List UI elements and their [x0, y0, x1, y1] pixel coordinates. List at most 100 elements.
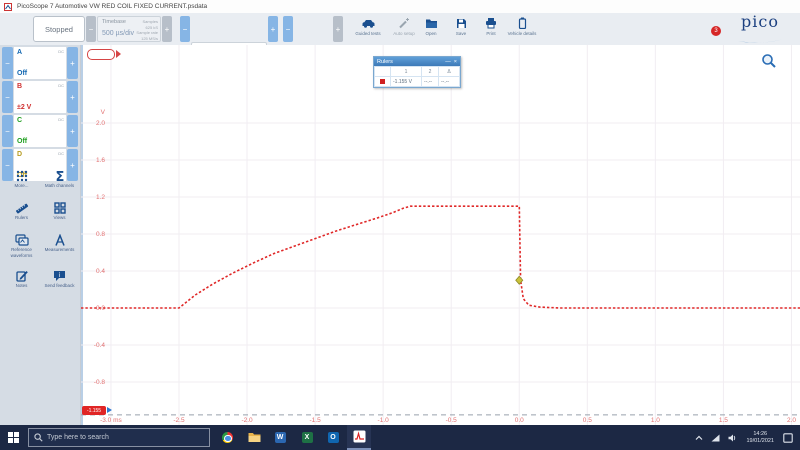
math-channels-button[interactable]: Σ Math channels — [41, 169, 78, 189]
svg-text:1.6: 1.6 — [96, 157, 105, 164]
taskbar-search[interactable]: Type here to search — [28, 428, 210, 447]
ruler-col-1: 1 — [389, 66, 423, 77]
taskbar-outlook-button[interactable]: O — [322, 425, 344, 450]
channel-b-plus-button[interactable]: + — [67, 81, 78, 113]
channel-b-card[interactable]: − B ±2 V DC + — [2, 81, 78, 113]
close-icon[interactable]: × — [454, 59, 457, 65]
channel-a-letter: A — [17, 49, 23, 56]
svg-text:-0.8: -0.8 — [94, 379, 106, 386]
reference-waveforms-icon — [3, 233, 40, 247]
ruler-value-tag[interactable]: -1.155 — [82, 406, 106, 415]
views-button[interactable]: Views — [41, 201, 78, 221]
send-feedback-button[interactable]: i Send feedback — [41, 269, 78, 289]
channel-c-card[interactable]: − C Off DC + — [2, 115, 78, 147]
picoscope-icon — [353, 430, 365, 443]
vehicle-details-button[interactable]: Vehicle details — [502, 15, 542, 43]
main-toolbar: Stopped − Timebase 500 µs/div Samples 62… — [0, 12, 800, 94]
taskbar-picoscope-button[interactable] — [347, 425, 371, 450]
waveform-plus-button[interactable]: + — [333, 16, 343, 42]
chrome-icon — [221, 432, 233, 443]
channel-c-plus-button[interactable]: + — [67, 115, 78, 147]
search-placeholder: Type here to search — [47, 434, 109, 441]
magnifier-icon — [762, 54, 776, 68]
ruler-drag-handle[interactable] — [107, 407, 112, 413]
windows-logo-icon — [7, 432, 19, 443]
hidden-icons-chevron[interactable] — [695, 435, 703, 441]
minimize-icon[interactable]: — — [445, 59, 451, 65]
channel-b-minus-button[interactable]: − — [2, 81, 13, 113]
channel-c-coupling: DC — [58, 117, 64, 122]
volume-icon[interactable] — [728, 434, 737, 442]
svg-text:0.5: 0.5 — [583, 417, 592, 424]
trigger-plus-button[interactable]: + — [268, 16, 278, 42]
waveform-minus-button[interactable]: − — [283, 16, 293, 42]
save-icon — [456, 15, 467, 29]
channel-d-coupling: DC — [58, 151, 64, 156]
scope-view[interactable]: -3.0 ms -2.5 -2.0 -1.5 -1.0 -0.5 0.0 0.5 1.0 1.5 2… — [80, 45, 800, 425]
pico-logo: pico Technology — [727, 12, 793, 54]
timebase-minus-button[interactable]: − — [86, 16, 96, 42]
rulers-header-row: 1 2 Δ — [374, 66, 460, 77]
windows-taskbar: Type here to search W X O 14:26 19/01/20… — [0, 425, 800, 450]
sigma-icon: Σ — [41, 169, 78, 183]
waveform-chart[interactable]: -3.0 ms -2.5 -2.0 -1.5 -1.0 -0.5 0.0 0.5 1.0 1.5 2… — [81, 45, 800, 425]
channel-b-color-swatch — [380, 79, 385, 84]
zoom-overview-button[interactable] — [761, 53, 777, 69]
taskbar-chrome-button[interactable] — [216, 425, 238, 450]
channel-sidebar: − A Off DC + − B ±2 V DC + − C Off DC + … — [0, 45, 80, 425]
clock-date: 19/01/2021 — [746, 437, 774, 444]
rulers-popup[interactable]: Rulers — × 1 2 Δ -1.155 V --.-- --.-- — [373, 56, 461, 88]
taskbar-explorer-button[interactable] — [243, 425, 265, 450]
notes-button[interactable]: Notes — [3, 269, 40, 289]
caliper-icon — [41, 233, 78, 247]
stopped-button[interactable]: Stopped — [33, 16, 85, 42]
ruler-1-value: -1.155 V — [389, 76, 423, 87]
open-button[interactable]: Open — [418, 15, 444, 43]
ruler-col-delta: Δ — [438, 66, 460, 77]
svg-text:1.0: 1.0 — [651, 417, 660, 424]
more-button[interactable]: More... — [3, 169, 40, 189]
channel-c-letter: C — [17, 117, 23, 124]
svg-text:-1.5: -1.5 — [310, 417, 322, 424]
feedback-bubble-icon: i — [41, 269, 78, 283]
trigger-minus-button[interactable]: − — [180, 16, 190, 42]
channel-a-plus-button[interactable]: + — [67, 47, 78, 79]
start-button[interactable] — [0, 425, 26, 450]
channel-a-card[interactable]: − A Off DC + — [2, 47, 78, 79]
rulers-popup-header[interactable]: Rulers — × — [374, 57, 460, 66]
action-center-button[interactable] — [783, 432, 793, 443]
svg-text:Σ: Σ — [55, 170, 64, 183]
timebase-panel[interactable]: Timebase 500 µs/div Samples 625 kS Sampl… — [97, 16, 161, 42]
print-button[interactable]: Print — [478, 15, 504, 43]
svg-text:-1.0: -1.0 — [378, 417, 390, 424]
channel-a-minus-button[interactable]: − — [2, 47, 13, 79]
grid-dots-icon — [3, 169, 40, 183]
notification-badge[interactable]: 3 — [711, 26, 721, 36]
network-icon[interactable] — [711, 434, 720, 442]
save-button[interactable]: Save — [448, 15, 474, 43]
taskbar-word-button[interactable]: W — [269, 425, 291, 450]
taskbar-excel-button[interactable]: X — [296, 425, 318, 450]
svg-text:V: V — [101, 109, 106, 116]
folder-icon — [425, 15, 438, 29]
channel-a-status: Off — [17, 70, 28, 77]
notes-icon — [3, 269, 40, 283]
ruler-row: -1.155 V --.-- --.-- — [374, 76, 460, 87]
guided-tests-button[interactable]: Guided tests — [350, 15, 386, 43]
app-icon — [4, 2, 12, 11]
reference-waveforms-button[interactable]: Reference waveforms — [3, 233, 40, 258]
rulers-button[interactable]: Rulers — [3, 201, 40, 221]
file-explorer-icon — [248, 433, 260, 442]
pico-logo-text: pico — [741, 12, 779, 31]
taskbar-clock[interactable]: 14:26 19/01/2021 — [746, 431, 774, 445]
timebase-plus-button[interactable]: + — [162, 16, 172, 42]
wand-icon — [398, 15, 410, 29]
measurements-button[interactable]: Measurements — [41, 233, 78, 253]
channel-c-minus-button[interactable]: − — [2, 115, 13, 147]
svg-text:-2.0: -2.0 — [241, 417, 253, 424]
channel-b-axis-tag[interactable] — [87, 49, 115, 60]
sample-rate-value: 125 MS/s — [141, 35, 158, 41]
views-icon — [41, 201, 78, 215]
svg-text:-0.5: -0.5 — [446, 417, 458, 424]
auto-setup-button[interactable]: Auto setup — [390, 15, 418, 43]
